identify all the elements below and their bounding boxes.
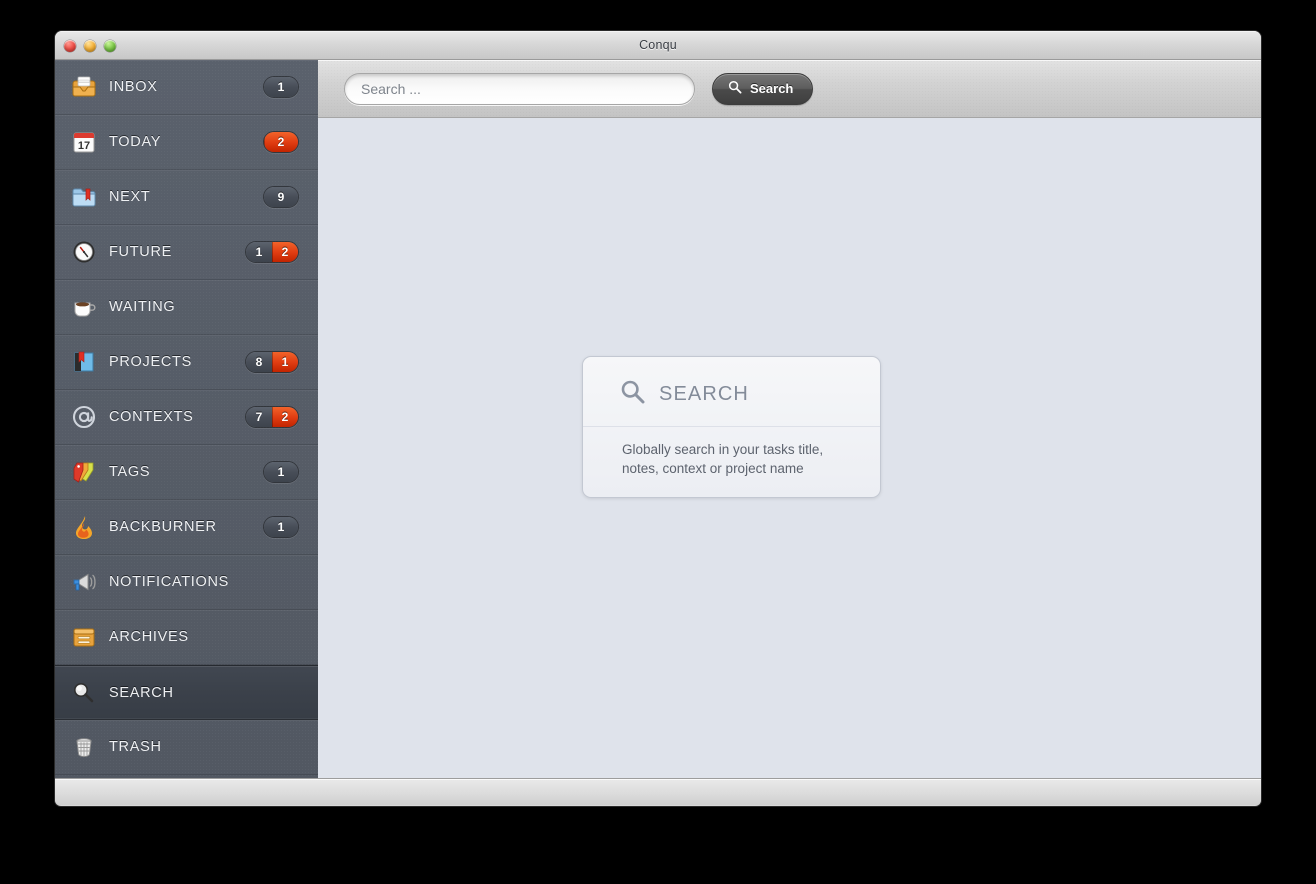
badge-count: 7	[246, 407, 272, 427]
badge-count: 1	[246, 242, 272, 262]
sidebar-item-contexts[interactable]: CONTEXTS 7 2	[55, 390, 318, 445]
sidebar-item-tags[interactable]: TAGS 1	[55, 445, 318, 500]
card-header: SEARCH	[583, 357, 880, 427]
badge-count: 1	[264, 462, 298, 482]
sidebar-item-label: FUTURE	[109, 244, 173, 260]
sidebar-item-label: SEARCH	[109, 684, 174, 701]
magnifier-icon	[620, 379, 646, 410]
app-window: Conqu INBOX 1 17 TODAY 2 NEXT 9 FUTURE 1 2 WAITING…	[55, 31, 1261, 806]
status-badge: 1	[263, 516, 299, 538]
search-button[interactable]: Search	[712, 72, 814, 105]
sidebar-item-badges: 1	[263, 76, 299, 98]
inbox-tray-icon	[69, 72, 99, 102]
badge-count: 9	[264, 187, 298, 207]
flame-icon	[69, 512, 99, 542]
sidebar-item-badges: 9	[263, 186, 299, 208]
megaphone-icon	[69, 567, 99, 597]
status-badge: 2	[263, 131, 299, 153]
at-sign-icon	[69, 402, 99, 432]
toolbar: Search	[318, 60, 1261, 118]
search-button-label: Search	[750, 81, 794, 96]
sidebar-item-label: ARCHIVES	[109, 629, 189, 645]
sidebar-item-label: CONTEXTS	[109, 409, 194, 425]
sidebar-item-badges: 1	[263, 461, 299, 483]
sidebar-item-badges: 12	[245, 241, 299, 263]
sidebar-item-label: BACKBURNER	[109, 519, 217, 535]
badge-count: 1	[264, 77, 298, 97]
sidebar-item-inbox[interactable]: INBOX 1	[55, 60, 318, 115]
sidebar-item-label: NOTIFICATIONS	[109, 574, 229, 590]
archive-box-icon	[69, 622, 99, 652]
card-description-line-1: Globally search in your tasks title,	[622, 442, 824, 457]
sidebar-item-label: PROJECTS	[109, 354, 192, 370]
coffee-cup-icon	[69, 292, 99, 322]
sidebar: INBOX 1 17 TODAY 2 NEXT 9 FUTURE 1 2 WAITING PROJEC…	[55, 60, 318, 778]
book-icon	[69, 347, 99, 377]
sidebar-item-badges: 81	[245, 351, 299, 373]
sidebar-item-next[interactable]: NEXT 9	[55, 170, 318, 225]
sidebar-item-search[interactable]: SEARCH	[55, 665, 318, 720]
sidebar-item-label: TODAY	[109, 134, 162, 150]
svg-text:17: 17	[78, 140, 90, 152]
folder-icon	[69, 182, 99, 212]
trash-can-icon	[69, 732, 99, 762]
card-title: SEARCH	[659, 383, 749, 405]
card-description: Globally search in your tasks title, not…	[583, 427, 880, 497]
sidebar-item-badges: 2	[263, 131, 299, 153]
search-empty-state-card: SEARCH Globally search in your tasks tit…	[582, 356, 881, 498]
sidebar-item-label: NEXT	[109, 189, 151, 205]
badge-alert-count: 1	[272, 352, 298, 372]
status-bar	[55, 778, 1261, 805]
clock-icon	[69, 237, 99, 267]
content-area: SEARCH Globally search in your tasks tit…	[318, 118, 1261, 778]
right-pane: Search SEARCH Global	[318, 60, 1261, 778]
status-badge: 81	[245, 351, 299, 373]
window-body: INBOX 1 17 TODAY 2 NEXT 9 FUTURE 1 2 WAITING PROJEC…	[55, 60, 1261, 778]
status-badge: 72	[245, 406, 299, 428]
sidebar-item-future[interactable]: FUTURE 1 2	[55, 225, 318, 280]
sidebar-item-label: WAITING	[109, 299, 176, 315]
sidebar-item-badges: 72	[245, 406, 299, 428]
sidebar-item-notifications[interactable]: NOTIFICATIONS	[55, 555, 318, 610]
sidebar-item-label: INBOX	[109, 79, 158, 95]
calendar-icon: 17	[69, 127, 99, 157]
sidebar-item-archives[interactable]: ARCHIVES	[55, 610, 318, 665]
sidebar-item-badges: 1	[263, 516, 299, 538]
magnifier-icon	[69, 678, 99, 708]
search-input[interactable]	[344, 72, 695, 105]
sidebar-item-today[interactable]: 17 TODAY 2	[55, 115, 318, 170]
badge-alert-count: 2	[264, 132, 298, 152]
badge-count: 8	[246, 352, 272, 372]
badge-alert-count: 2	[272, 407, 298, 427]
sidebar-item-backburner[interactable]: BACKBURNER 1	[55, 500, 318, 555]
sidebar-item-label: TRASH	[109, 739, 162, 755]
status-badge: 1	[263, 461, 299, 483]
badge-count: 1	[264, 517, 298, 537]
window-titlebar: Conqu	[55, 31, 1261, 60]
sidebar-item-projects[interactable]: PROJECTS 8 1	[55, 335, 318, 390]
tags-icon	[69, 457, 99, 487]
status-badge: 1	[263, 76, 299, 98]
sidebar-item-label: TAGS	[109, 464, 151, 480]
status-badge: 12	[245, 241, 299, 263]
window-title: Conqu	[639, 38, 677, 52]
magnifier-icon	[728, 80, 742, 97]
card-description-line-2: notes, context or project name	[622, 461, 804, 476]
sidebar-item-trash[interactable]: TRASH	[55, 720, 318, 775]
status-badge: 9	[263, 186, 299, 208]
sidebar-item-waiting[interactable]: WAITING	[55, 280, 318, 335]
badge-alert-count: 2	[272, 242, 298, 262]
